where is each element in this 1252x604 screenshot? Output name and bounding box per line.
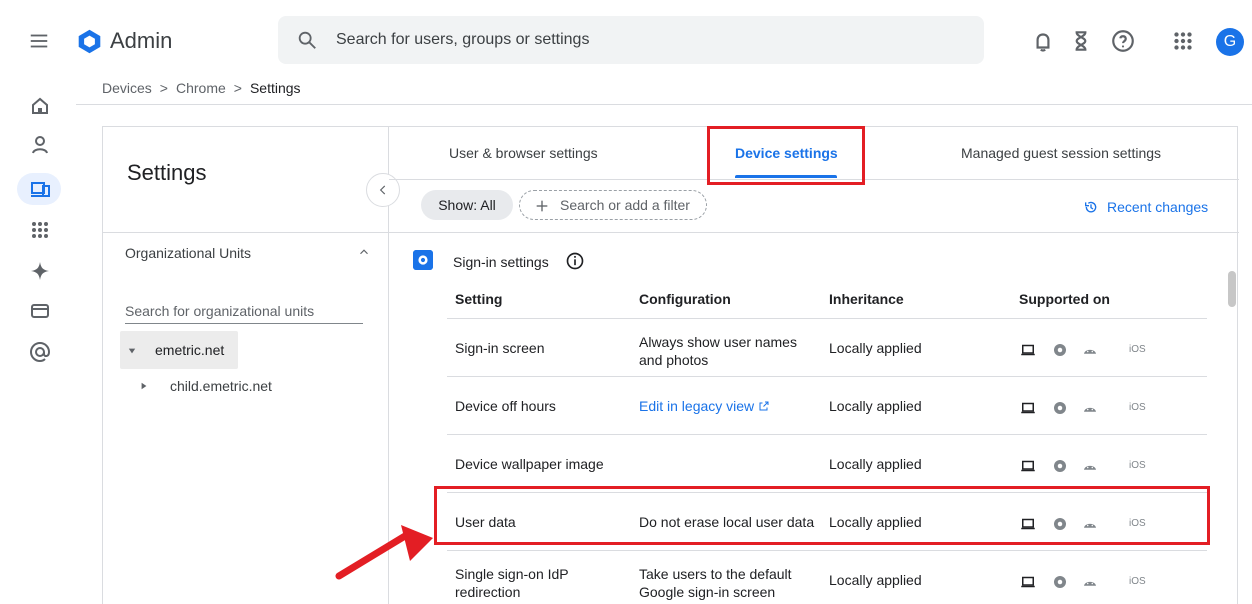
menu-icon[interactable]: [28, 30, 50, 52]
setting-cell: Device off hours: [455, 398, 556, 414]
section-title: Sign-in settings: [453, 254, 549, 270]
devices-icon[interactable]: [28, 177, 52, 201]
breadcrumb-separator: >: [159, 80, 168, 96]
column-setting: Setting: [455, 291, 503, 307]
filter-search-label: Search or add a filter: [560, 197, 690, 213]
android-icon: [1084, 581, 1096, 586]
column-configuration: Configuration: [639, 291, 731, 307]
child-ou-label: child.emetric.net: [170, 378, 272, 394]
inheritance-cell: Locally applied: [829, 572, 922, 588]
supported-platforms: iOS: [1019, 573, 1146, 591]
apps-icon[interactable]: [1170, 28, 1196, 54]
setting-cell: Device wallpaper image: [455, 456, 604, 472]
filter-search-chip[interactable]: Search or add a filter: [519, 190, 707, 220]
table-row[interactable]: Device wallpaper image Locally applied i…: [447, 434, 1207, 492]
supported-platforms: iOS: [1019, 399, 1146, 417]
recent-changes-link[interactable]: Recent changes: [1083, 197, 1223, 217]
filter-bar: Show: All Search or add a filter Recent …: [389, 181, 1239, 233]
android-icon: [1084, 407, 1096, 412]
user-icon[interactable]: [28, 133, 52, 157]
supported-platforms: iOS: [1019, 457, 1146, 475]
top-bar: Admin G: [0, 0, 1252, 82]
tab-managed-guest-session-settings[interactable]: Managed guest session settings: [961, 145, 1161, 161]
configuration-cell: Take users to the default Google sign-in…: [639, 566, 792, 600]
organizational-unit-root[interactable]: emetric.net: [120, 331, 238, 369]
plus-icon: [536, 200, 548, 212]
recent-changes-label: Recent changes: [1107, 199, 1209, 215]
billing-icon[interactable]: [28, 299, 52, 323]
breadcrumb-devices[interactable]: Devices: [102, 80, 152, 96]
inheritance-cell: Locally applied: [829, 340, 922, 356]
show-all-chip[interactable]: Show: All: [421, 190, 513, 220]
chrome-icon: [1054, 344, 1066, 356]
breadcrumb: Devices > Chrome > Settings: [102, 80, 301, 96]
ios-label: iOS: [1129, 576, 1146, 587]
tab-user-browser-settings[interactable]: User & browser settings: [449, 145, 598, 161]
android-icon: [1084, 349, 1096, 354]
setting-cell: Single sign-on IdP redirection: [455, 566, 569, 600]
organizational-units-title: Organizational Units: [125, 245, 252, 261]
at-sign-icon[interactable]: [28, 340, 52, 364]
app-name: Admin: [110, 28, 173, 53]
column-inheritance: Inheritance: [829, 291, 904, 307]
collapse-chevron-icon: [379, 185, 386, 195]
ios-label: iOS: [1129, 344, 1146, 355]
chevron-up-icon[interactable]: [357, 245, 371, 259]
ios-label: iOS: [1129, 460, 1146, 471]
configuration-cell: Always show user names and photos: [639, 334, 797, 368]
table-row[interactable]: Sign-in screen Always show user names an…: [447, 318, 1207, 376]
table-row[interactable]: Single sign-on IdP redirection Take user…: [447, 550, 1207, 604]
ios-label: iOS: [1129, 402, 1146, 413]
avatar[interactable]: G: [1216, 28, 1244, 56]
pointer-arrow-icon: [335, 525, 433, 580]
table-row[interactable]: Device off hours Edit in legacy view Loc…: [447, 376, 1207, 434]
supported-platforms: iOS: [1019, 341, 1146, 359]
info-icon[interactable]: [565, 251, 585, 271]
organizational-unit-child[interactable]: child.emetric.net: [120, 375, 340, 399]
column-supported-on: Supported on: [1019, 291, 1110, 307]
search-icon: [298, 31, 316, 49]
admin-logo-icon: [78, 29, 101, 54]
expand-down-icon: [128, 348, 136, 354]
laptop-icon: [1021, 576, 1035, 588]
hourglass-icon[interactable]: [1068, 28, 1094, 54]
device-settings-highlight: [707, 126, 865, 185]
organizational-unit-search[interactable]: [125, 299, 363, 324]
configuration-link[interactable]: Edit in legacy view: [639, 398, 770, 414]
sparkle-icon[interactable]: [28, 259, 52, 283]
laptop-icon: [1021, 460, 1035, 472]
gear-icon: [413, 250, 433, 270]
breadcrumb-chrome[interactable]: Chrome: [176, 80, 226, 96]
chrome-icon: [1054, 402, 1066, 414]
left-panel-title: Settings: [127, 160, 207, 185]
chrome-icon: [1054, 460, 1066, 472]
apps-grid-icon[interactable]: [28, 218, 52, 242]
root-ou-label: emetric.net: [155, 342, 225, 358]
expand-right-icon: [141, 382, 147, 390]
breadcrumb-separator: >: [233, 80, 242, 96]
inheritance-cell: Locally applied: [829, 398, 922, 414]
notification-icon[interactable]: [1030, 28, 1056, 54]
android-icon: [1084, 465, 1096, 470]
user-data-highlight: [434, 486, 1210, 545]
history-icon: [1085, 201, 1097, 213]
inheritance-cell: Locally applied: [829, 456, 922, 472]
help-icon[interactable]: [1110, 28, 1136, 54]
header-divider: [76, 104, 1252, 105]
external-link-icon: [759, 401, 769, 411]
breadcrumb-settings: Settings: [249, 80, 301, 96]
global-search[interactable]: [278, 16, 984, 64]
left-panel-divider: [103, 232, 389, 233]
home-icon[interactable]: [28, 94, 52, 118]
laptop-icon: [1021, 402, 1035, 414]
laptop-icon: [1021, 344, 1035, 356]
chrome-icon: [1054, 576, 1066, 588]
global-search-input[interactable]: [336, 28, 956, 52]
setting-cell: Sign-in screen: [455, 340, 545, 356]
configuration-link-label: Edit in legacy view: [639, 398, 755, 414]
scrollbar-thumb[interactable]: [1228, 271, 1236, 307]
